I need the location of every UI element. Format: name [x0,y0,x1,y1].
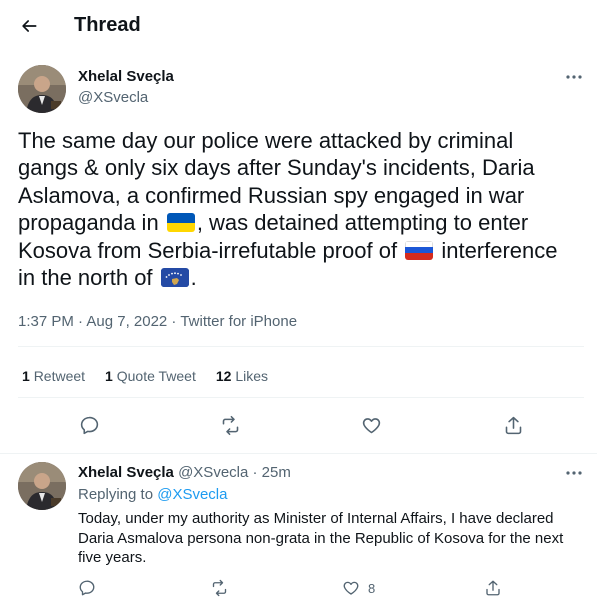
more-horizontal-icon [566,75,582,79]
more-horizontal-icon [566,471,582,475]
heart-icon [343,581,359,595]
retweet-button[interactable] [215,410,245,440]
heart-icon [362,417,380,433]
retweets-stat[interactable]: 1 Retweet [22,368,85,384]
retweet-icon [212,579,227,597]
tweet-text: The same day our police were attacked by… [18,127,578,291]
likes-label: Likes [235,368,269,384]
thread-header: Thread [0,0,597,53]
reply-button[interactable] [74,410,104,440]
divider [18,397,584,398]
quotes-label: Quote Tweet [116,368,196,384]
reply-author-avatar[interactable] [18,462,66,510]
reply-reply-button[interactable] [78,575,96,601]
reply-author-name[interactable]: Xhelal Sveçla [78,464,174,481]
divider [0,453,597,454]
share-button[interactable] [498,410,528,440]
tweet-action-bar [0,410,597,440]
flag-russia-icon [405,240,434,260]
share-icon [505,416,521,434]
replying-handle-link[interactable]: @XSvecla [157,486,227,503]
replying-to: Replying to @XSvecla [78,486,227,503]
reply-likes-count: 8 [368,580,376,596]
reply-author-handle[interactable]: @XSvecla [178,464,248,481]
reply-action-bar: 8 [0,575,597,601]
quotes-stat[interactable]: 1 Quote Tweet [105,368,196,384]
flag-ukraine-icon [166,213,195,233]
likes-count: 12 [215,368,232,384]
reply-time[interactable]: · 25m [253,464,291,481]
reply-like-button[interactable]: 8 [342,575,375,601]
arrow-left-icon [22,20,37,32]
tweet-timestamp[interactable]: 1:37 PM · Aug 7, 2022 · Twitter for iPho… [18,313,297,330]
quotes-count: 1 [105,368,113,384]
reply-share-button[interactable] [484,575,502,601]
tweet-stats: 1 Retweet 1 Quote Tweet 12 Likes [22,368,288,384]
like-button[interactable] [356,410,386,440]
page-title: Thread [74,14,141,36]
share-icon [486,580,500,596]
divider [18,346,584,347]
retweets-label: Retweet [33,368,86,384]
reply-header: Xhelal Sveçla @XSvecla · 25m [78,464,291,481]
author-handle[interactable]: @XSvecla [78,89,148,106]
author-name[interactable]: Xhelal Sveçla [78,68,174,85]
author-avatar[interactable] [18,65,66,113]
reply-retweet-button[interactable] [210,575,229,601]
flag-kosovo-icon [160,268,189,288]
tweet-text-part: . [190,265,197,291]
retweet-icon [222,415,238,435]
more-options-button[interactable] [563,68,585,86]
replying-prefix: Replying to [78,486,154,503]
reply-icon [79,580,95,596]
back-button[interactable] [14,11,44,41]
reply-more-options-button[interactable] [563,464,585,482]
reply-icon [80,416,98,434]
likes-stat[interactable]: 12 Likes [216,368,268,384]
reply-text: Today, under my authority as Minister of… [78,510,564,567]
retweets-count: 1 [22,368,30,384]
